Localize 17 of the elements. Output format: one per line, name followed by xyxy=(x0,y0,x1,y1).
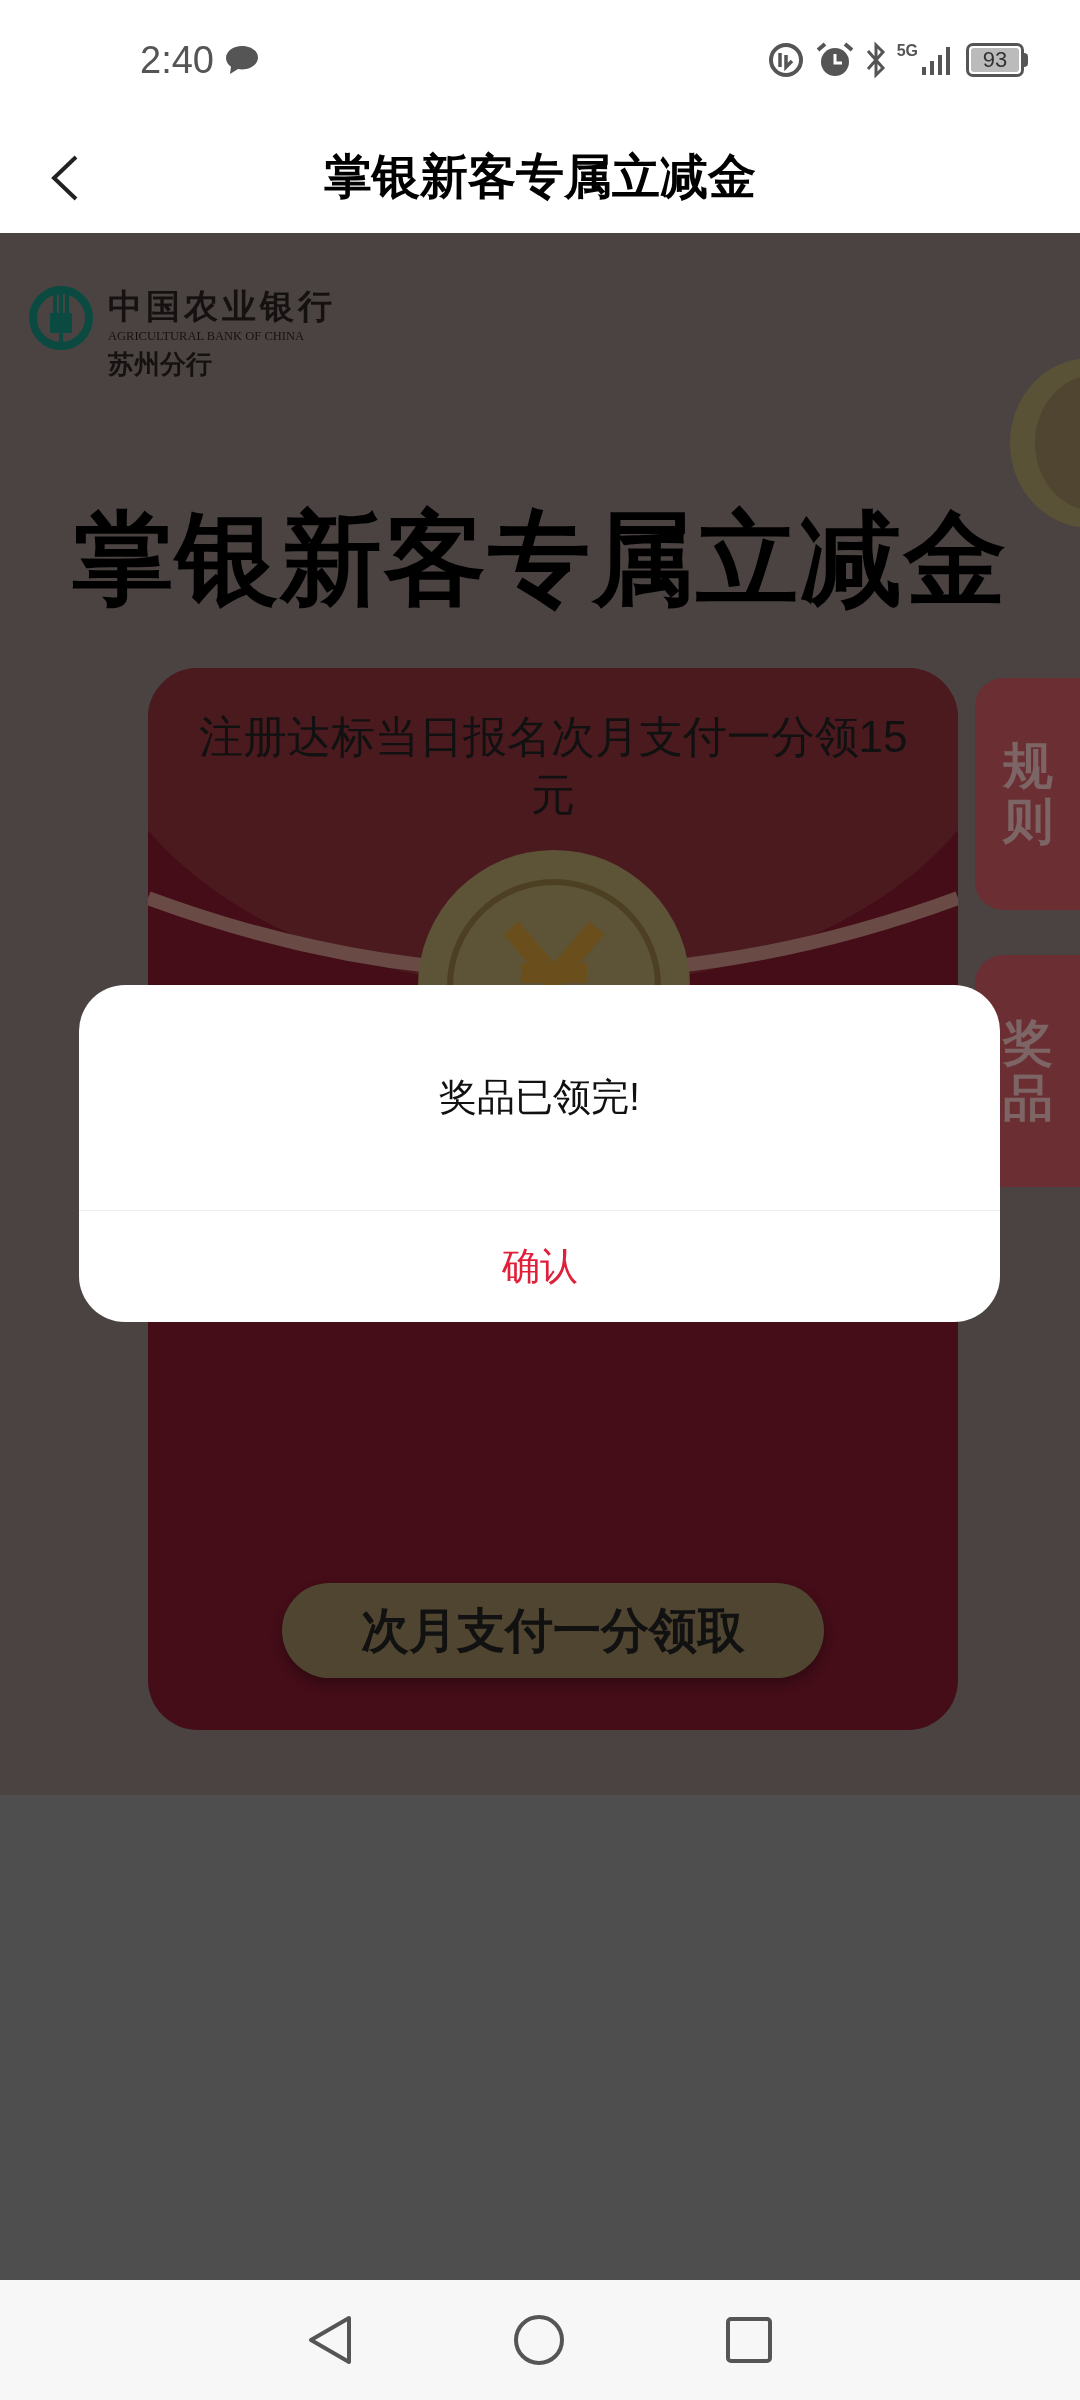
page-title: 掌银新客专属立减金 xyxy=(324,148,756,205)
bank-logo-icon xyxy=(28,285,94,351)
data-saver-icon xyxy=(766,41,805,79)
message-icon xyxy=(223,44,260,76)
status-time: 2:40 xyxy=(140,37,214,83)
confirm-button[interactable]: 确认 xyxy=(79,1211,1000,1322)
bluetooth-icon xyxy=(864,41,887,79)
reward-description: 注册达标当日报名次月支付一分领15元 xyxy=(197,711,909,821)
dialog-message: 奖品已领完! xyxy=(439,1075,640,1120)
alarm-icon xyxy=(814,41,855,79)
recents-nav-icon[interactable] xyxy=(725,2316,773,2364)
home-nav-icon[interactable] xyxy=(513,2314,565,2366)
battery-indicator: 93 xyxy=(966,43,1028,77)
network-type: 5G xyxy=(896,43,918,59)
claim-button[interactable]: 次月支付一分领取 xyxy=(282,1583,824,1678)
back-nav-icon[interactable] xyxy=(307,2314,353,2366)
headline: 掌银新客专属立减金 xyxy=(72,501,1008,618)
